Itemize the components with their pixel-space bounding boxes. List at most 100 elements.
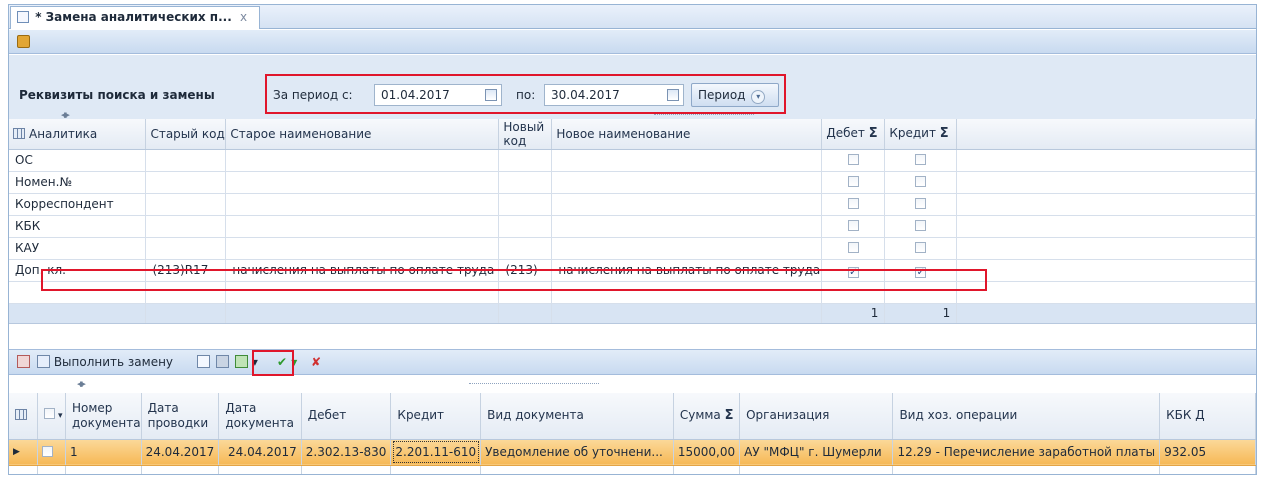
col-operation-type[interactable]: Вид хоз. операции xyxy=(892,393,1161,440)
analytic-cell[interactable]: КБК xyxy=(9,215,147,238)
date-from-field[interactable]: 01.04.2017 xyxy=(374,84,502,106)
analytic-cell[interactable]: ОС xyxy=(9,149,147,172)
table-row[interactable]: КАУ xyxy=(9,237,1256,260)
exit-icon[interactable] xyxy=(17,35,30,48)
debit-checkbox[interactable] xyxy=(847,220,859,231)
new-code-cell[interactable] xyxy=(498,149,553,172)
col-organization[interactable]: Организация xyxy=(739,393,894,440)
table-row[interactable]: ▶ 1 24.04.2017 24.04.2017 2.302.13-830 2… xyxy=(9,439,1256,466)
new-code-cell[interactable] xyxy=(498,193,553,216)
splitter-mark[interactable] xyxy=(469,383,599,387)
old-name-cell[interactable] xyxy=(225,215,500,238)
new-code-cell[interactable] xyxy=(498,171,553,194)
calendar-icon[interactable] xyxy=(485,89,497,101)
old-name-cell[interactable]: начисления на выплаты по оплате труда xyxy=(225,259,500,282)
select-all-checkbox[interactable] xyxy=(44,408,56,420)
old-name-cell[interactable] xyxy=(225,193,500,216)
col-select-all[interactable]: ▾ xyxy=(37,393,66,440)
col-debit[interactable]: Дебет Σ xyxy=(821,119,886,150)
row-checkbox[interactable] xyxy=(42,446,54,457)
col-kbk[interactable]: КБК Д xyxy=(1159,393,1256,440)
old-name-cell[interactable] xyxy=(225,171,500,194)
col-new-code[interactable]: Новый код xyxy=(498,119,553,150)
operation-type-cell[interactable]: 12.29 - Перечисление заработной платы xyxy=(892,439,1161,466)
debit-checkbox[interactable] xyxy=(847,154,859,165)
old-code-cell[interactable] xyxy=(145,171,227,194)
splitter-grip[interactable]: ◂▮▸ xyxy=(77,380,86,388)
execute-replace-button[interactable]: Выполнить замену xyxy=(37,355,173,369)
credit-checkbox[interactable] xyxy=(915,154,927,165)
col-old-name[interactable]: Старое наименование xyxy=(225,119,500,150)
credit-checkbox[interactable] xyxy=(915,220,927,231)
col-doc-date[interactable]: Дата документа xyxy=(218,393,302,440)
col-doc-type[interactable]: Вид документа xyxy=(480,393,674,440)
edit-icon[interactable] xyxy=(197,355,210,369)
export-icon[interactable]: ▾ xyxy=(235,355,258,369)
debit-checkbox-cell[interactable] xyxy=(821,237,886,260)
analytic-cell[interactable]: Доп. кл. xyxy=(9,259,147,282)
credit-cell[interactable]: 2.201.11-610 xyxy=(390,439,482,466)
col-row-indicator[interactable] xyxy=(9,393,39,440)
new-name-cell[interactable]: начисления на выплаты по оплате труда xyxy=(551,259,823,282)
new-code-cell[interactable] xyxy=(498,215,553,238)
col-debit[interactable]: Дебет xyxy=(301,393,392,440)
old-code-cell[interactable]: (213)R17 xyxy=(145,259,227,282)
delete-icon[interactable] xyxy=(17,355,30,369)
amount-cell[interactable]: 15000,00 xyxy=(673,439,741,466)
debit-checkbox-cell[interactable] xyxy=(821,215,886,238)
doc-type-cell[interactable]: Уведомление об уточнени... xyxy=(480,439,674,466)
debit-checkbox-cell[interactable] xyxy=(821,149,886,172)
debit-checkbox-cell[interactable] xyxy=(821,193,886,216)
new-code-cell[interactable] xyxy=(498,237,553,260)
credit-checkbox[interactable] xyxy=(915,198,927,209)
organization-cell[interactable]: АУ "МФЦ" г. Шумерли xyxy=(739,439,894,466)
analytic-cell[interactable]: КАУ xyxy=(9,237,147,260)
credit-checkbox-cell[interactable] xyxy=(884,237,958,260)
grid-settings-icon[interactable] xyxy=(13,127,25,139)
col-analytic[interactable]: Аналитика xyxy=(9,119,147,150)
old-name-cell[interactable] xyxy=(225,237,500,260)
analytic-cell[interactable]: Корреспондент xyxy=(9,193,147,216)
credit-checkbox-cell[interactable]: ✓ xyxy=(884,259,958,282)
col-doc-number[interactable]: Номер документа xyxy=(65,393,142,440)
credit-checkbox-cell[interactable] xyxy=(884,193,958,216)
debit-checkbox[interactable] xyxy=(847,198,859,209)
credit-checkbox[interactable] xyxy=(915,242,927,253)
uncheck-icon[interactable]: ✘ xyxy=(311,355,321,369)
analytic-cell[interactable]: Номен.№ xyxy=(9,171,147,194)
row-select-cell[interactable] xyxy=(37,439,66,466)
splitter-grip[interactable]: ◂▮▸ xyxy=(61,111,70,119)
col-posting-date[interactable]: Дата проводки xyxy=(141,393,220,440)
grid-settings-icon[interactable] xyxy=(15,409,27,421)
debit-checkbox[interactable] xyxy=(847,242,859,253)
old-code-cell[interactable] xyxy=(145,215,227,238)
col-credit[interactable]: Кредит xyxy=(390,393,482,440)
doc-number-cell[interactable]: 1 xyxy=(65,439,142,466)
debit-checkbox[interactable]: ✓ xyxy=(847,266,859,278)
period-button[interactable]: Период ▾ xyxy=(691,83,779,107)
table-row[interactable]: КБК xyxy=(9,215,1256,238)
date-to-field[interactable]: 30.04.2017 xyxy=(544,84,684,106)
table-row[interactable]: Номен.№ xyxy=(9,171,1256,194)
splitter-mark[interactable] xyxy=(654,114,754,118)
calendar-icon[interactable] xyxy=(667,89,679,101)
table-row[interactable]: Доп. кл. (213)R17 начисления на выплаты … xyxy=(9,259,1256,282)
new-name-cell[interactable] xyxy=(551,149,823,172)
debit-checkbox[interactable] xyxy=(847,176,859,187)
credit-checkbox-cell[interactable] xyxy=(884,215,958,238)
check-icon[interactable]: ✔ ▾ xyxy=(277,355,297,369)
credit-checkbox[interactable] xyxy=(915,176,927,187)
credit-checkbox-cell[interactable] xyxy=(884,171,958,194)
new-code-cell[interactable]: (213) xyxy=(498,259,553,282)
debit-checkbox-cell[interactable] xyxy=(821,171,886,194)
col-credit[interactable]: Кредит Σ xyxy=(884,119,958,150)
tab-replace-analytics[interactable]: * Замена аналитических п... x xyxy=(10,6,260,29)
old-code-cell[interactable] xyxy=(145,237,227,260)
new-name-cell[interactable] xyxy=(551,171,823,194)
credit-checkbox[interactable]: ✓ xyxy=(915,266,927,278)
table-row[interactable]: Корреспондент xyxy=(9,193,1256,216)
print-icon[interactable] xyxy=(216,355,229,369)
table-row[interactable]: ОС xyxy=(9,149,1256,172)
doc-date-cell[interactable]: 24.04.2017 xyxy=(218,439,302,466)
credit-checkbox-cell[interactable] xyxy=(884,149,958,172)
